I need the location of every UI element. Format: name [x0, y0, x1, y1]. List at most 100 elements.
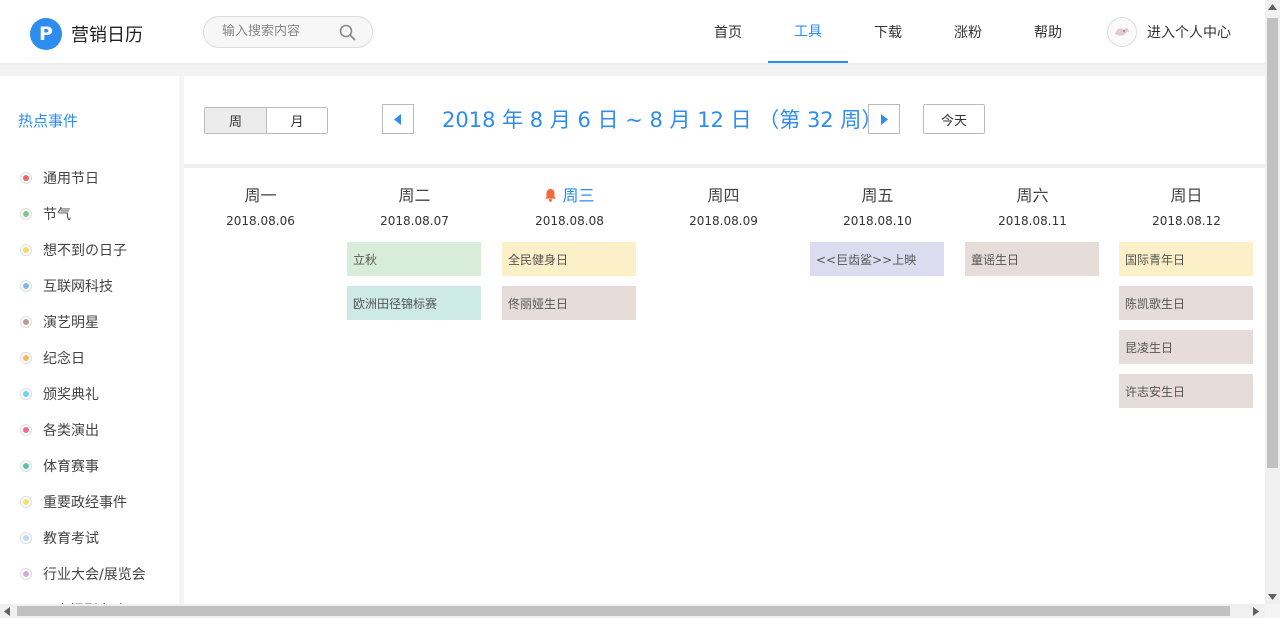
event-card[interactable]: 佟丽娅生日 — [502, 286, 636, 320]
nav-item-3[interactable]: 涨粉 — [928, 0, 1008, 63]
scroll-right-icon[interactable] — [1253, 607, 1259, 616]
horizontal-scroll-thumb[interactable] — [17, 606, 1230, 616]
category-item[interactable]: 演艺明星 — [20, 304, 146, 340]
category-item[interactable]: 各类演出 — [20, 412, 146, 448]
day-date: 2018.08.11 — [998, 214, 1067, 228]
category-dot-icon — [20, 568, 32, 580]
search-input[interactable] — [222, 24, 337, 39]
day-name: 周六 — [965, 182, 1100, 206]
horizontal-scrollbar[interactable] — [0, 604, 1265, 618]
event-card[interactable]: 童谣生日 — [965, 242, 1099, 276]
week-view-button[interactable]: 周 — [205, 108, 266, 133]
category-item[interactable]: 互联网科技 — [20, 268, 146, 304]
event-card[interactable]: 昆凌生日 — [1119, 330, 1253, 364]
chevron-left-icon — [394, 110, 402, 129]
day-date: 2018.08.08 — [535, 214, 604, 228]
scroll-left-icon[interactable] — [4, 607, 10, 616]
category-label: 演艺明星 — [43, 315, 99, 331]
category-item[interactable]: 节气 — [20, 196, 146, 232]
category-label: 重要政经事件 — [43, 495, 127, 511]
category-color-swatch — [23, 211, 29, 217]
day-name: 周五 — [810, 182, 945, 206]
sidebar: 热点事件 通用节日节气想不到の日子互联网科技演艺明星纪念日颁奖典礼各类演出体育赛… — [0, 76, 179, 604]
scroll-up-icon[interactable] — [1268, 4, 1277, 10]
event-card[interactable]: 国际青年日 — [1119, 242, 1253, 276]
search-icon[interactable] — [339, 24, 356, 45]
category-label: 通用节日 — [43, 171, 99, 187]
calendar-toolbar: 周 月 2018 年 8 月 6 日 ~ 8 月 12 日 （第 32 周） 今… — [184, 76, 1265, 168]
vertical-scrollbar[interactable] — [1265, 0, 1280, 604]
nav-item-4[interactable]: 帮助 — [1008, 0, 1088, 63]
main-nav: 首页 工具 下载 涨粉 帮助 — [688, 0, 1088, 63]
category-dot-icon — [20, 172, 32, 184]
day-name-label: 周二 — [398, 186, 431, 205]
category-dot-icon — [20, 316, 32, 328]
category-color-swatch — [23, 463, 29, 469]
day-name: 周四 — [656, 182, 791, 206]
view-toggle: 周 月 — [204, 107, 328, 134]
day-date: 2018.08.09 — [689, 214, 758, 228]
category-item[interactable]: 体育赛事 — [20, 448, 146, 484]
next-week-button[interactable] — [868, 104, 900, 134]
search-box — [203, 16, 373, 48]
category-item[interactable]: 想不到の日子 — [20, 232, 146, 268]
date-range-title: 2018 年 8 月 6 日 ~ 8 月 12 日 （第 32 周） — [442, 108, 883, 132]
user-center-link[interactable]: 进入个人中心 — [1107, 17, 1231, 47]
category-color-swatch — [23, 391, 29, 397]
vertical-scroll-thumb[interactable] — [1267, 18, 1278, 468]
event-card[interactable]: <<巨齿鲨>>上映 — [810, 242, 944, 276]
day-name: 周一 — [193, 182, 328, 206]
event-card[interactable]: 陈凯歌生日 — [1119, 286, 1253, 320]
category-color-swatch — [23, 319, 29, 325]
day-name-label: 周一 — [244, 186, 277, 205]
event-card[interactable]: 全民健身日 — [502, 242, 636, 276]
day-date: 2018.08.06 — [226, 214, 295, 228]
category-item[interactable]: 教育考试 — [20, 520, 146, 556]
category-label: 想不到の日子 — [43, 243, 127, 259]
nav-item-1[interactable]: 工具 — [768, 0, 848, 63]
category-item[interactable]: 重要政经事件 — [20, 484, 146, 520]
logo-badge: P — [30, 18, 62, 50]
scroll-down-icon[interactable] — [1268, 594, 1277, 600]
category-label: 纪念日 — [43, 351, 85, 367]
category-dot-icon — [20, 244, 32, 256]
day-date: 2018.08.12 — [1152, 214, 1221, 228]
week-grid: 周一 2018.08.06 周二 2018.08.07 立秋 欧洲田径锦标赛 周三 2018.… — [184, 172, 1265, 604]
category-dot-icon — [20, 460, 32, 472]
prev-week-button[interactable] — [382, 104, 414, 134]
nav-item-0[interactable]: 首页 — [688, 0, 768, 63]
category-item[interactable]: 通用节日 — [20, 160, 146, 196]
category-dot-icon — [20, 532, 32, 544]
user-center-label: 进入个人中心 — [1147, 25, 1231, 41]
category-item[interactable]: 颁奖典礼 — [20, 376, 146, 412]
category-dot-icon — [20, 280, 32, 292]
category-color-swatch — [23, 247, 29, 253]
logo[interactable]: P 营销日历 — [30, 18, 143, 50]
day-name-label: 周六 — [1016, 186, 1049, 205]
event-card[interactable]: 立秋 — [347, 242, 481, 276]
category-label: 各类演出 — [43, 423, 99, 439]
event-card[interactable]: 许志安生日 — [1119, 374, 1253, 408]
category-label: 颁奖典礼 — [43, 387, 99, 403]
category-item[interactable]: IP电视剧上映 — [20, 592, 146, 604]
calendar-main: 周 月 2018 年 8 月 6 日 ~ 8 月 12 日 （第 32 周） 今… — [184, 76, 1265, 604]
month-view-button[interactable]: 月 — [266, 108, 327, 133]
today-button[interactable]: 今天 — [923, 104, 985, 134]
day-name-label: 周四 — [707, 186, 740, 205]
top-header: P 营销日历 首页工具下载涨粉帮助 进入个人中心 — [0, 0, 1265, 63]
day-date: 2018.08.10 — [843, 214, 912, 228]
day-name-label: 周五 — [861, 186, 894, 205]
category-color-swatch — [23, 499, 29, 505]
event-card[interactable]: 欧洲田径锦标赛 — [347, 286, 481, 320]
sidebar-title: 热点事件 — [18, 112, 79, 130]
day-name: 周三 — [502, 182, 637, 206]
category-dot-icon — [20, 496, 32, 508]
nav-item-2[interactable]: 下载 — [848, 0, 928, 63]
category-color-swatch — [23, 283, 29, 289]
category-item[interactable]: 纪念日 — [20, 340, 146, 376]
category-label: 体育赛事 — [43, 459, 99, 475]
day-name-label: 周三 — [562, 186, 595, 205]
category-item[interactable]: 行业大会/展览会 — [20, 556, 146, 592]
category-color-swatch — [23, 571, 29, 577]
category-dot-icon — [20, 424, 32, 436]
